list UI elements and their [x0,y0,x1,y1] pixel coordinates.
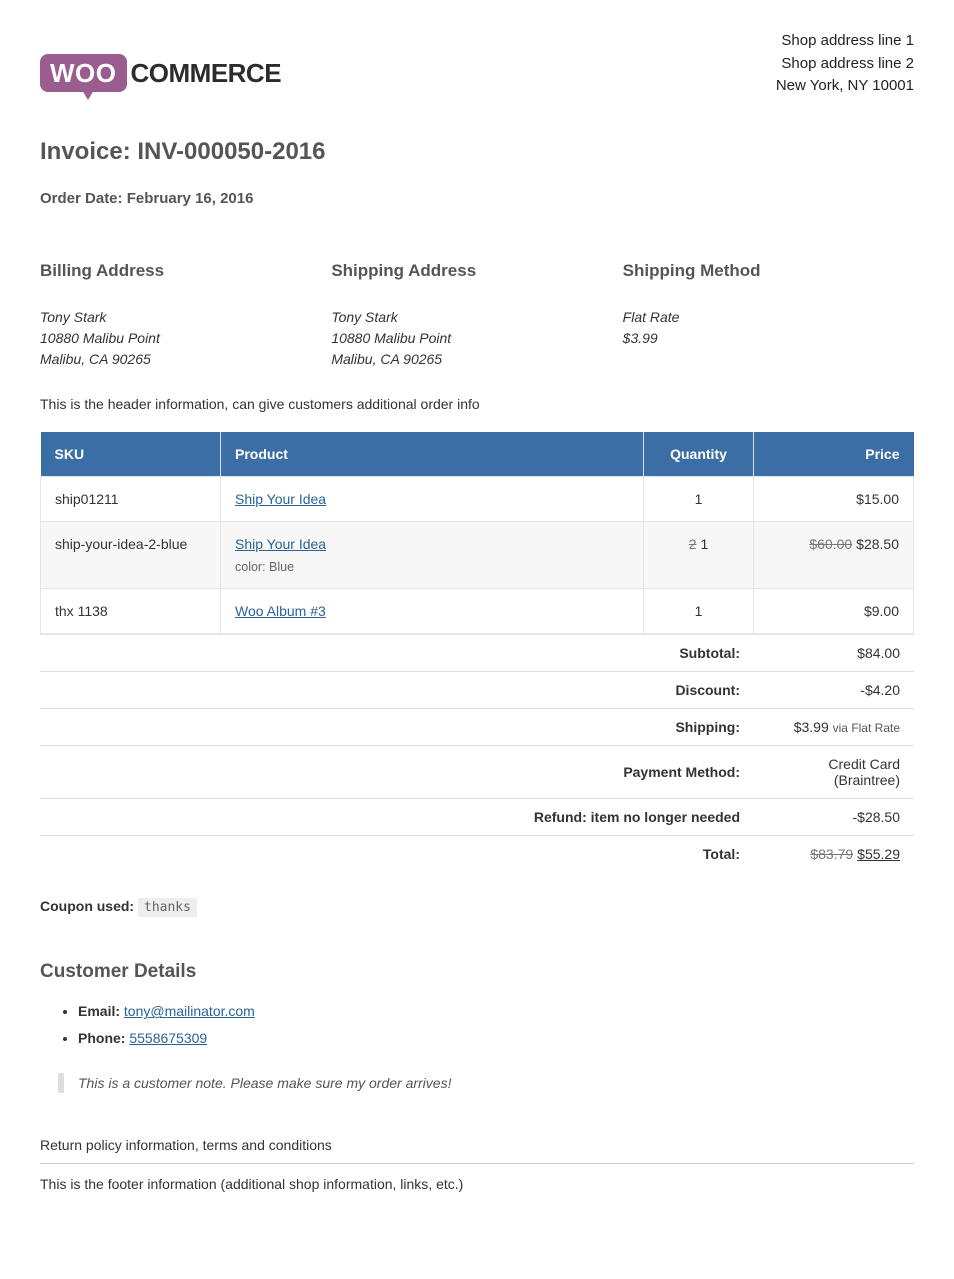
cell-sku: ship-your-idea-2-blue [41,521,221,588]
qty-new: 1 [701,536,709,552]
shipping-amount: $3.99 [794,719,829,735]
shipping-value: $3.99 via Flat Rate [754,708,914,745]
payment-label: Payment Method: [40,745,754,798]
qty-old: 2 [689,536,697,552]
order-date: Order Date: February 16, 2016 [40,190,914,207]
product-link[interactable]: Ship Your Idea [235,491,326,507]
cell-qty: 1 [644,476,754,521]
coupon-label: Coupon used: [40,898,134,914]
shop-address-line: Shop address line 2 [776,53,914,76]
totals-table: Subtotal:$84.00 Discount:-$4.20 Shipping… [40,634,914,872]
refund-label: Refund: item no longer needed [40,798,754,835]
shipping-method-heading: Shipping Method [623,261,914,281]
list-item: Email: tony@mailinator.com [78,998,914,1025]
price-old: $60.00 [809,536,852,552]
col-price: Price [754,432,914,477]
discount-value: -$4.20 [754,671,914,708]
cell-qty: 1 [644,588,754,633]
customer-note: This is a customer note. Please make sur… [58,1073,914,1093]
shipping-column: Shipping Address Tony Stark 10880 Malibu… [331,261,622,370]
coupon-code: thanks [138,898,197,917]
phone-link[interactable]: 5558675309 [129,1030,207,1046]
subtotal-label: Subtotal: [40,634,754,671]
product-link[interactable]: Woo Album #3 [235,603,326,619]
billing-column: Billing Address Tony Stark 10880 Malibu … [40,261,331,370]
cell-price: $15.00 [754,476,914,521]
col-product: Product [221,432,644,477]
email-label: Email: [78,1003,120,1019]
return-policy: Return policy information, terms and con… [40,1137,914,1164]
shop-address: Shop address line 1 Shop address line 2 … [776,30,914,98]
invoice-page: WOO COMMERCE Shop address line 1 Shop ad… [0,0,954,1279]
cell-product: Ship Your Idea color: Blue [221,521,644,588]
cell-qty: 21 [644,521,754,588]
billing-name: Tony Stark [40,307,331,328]
logo-bubble: WOO [40,54,127,92]
address-row: Billing Address Tony Stark 10880 Malibu … [40,261,914,370]
discount-label: Discount: [40,671,754,708]
customer-details-list: Email: tony@mailinator.com Phone: 555867… [40,998,914,1051]
invoice-title: Invoice: INV-000050-2016 [40,138,914,166]
list-item: Phone: 5558675309 [78,1025,914,1052]
customer-details-heading: Customer Details [40,961,914,983]
footer-info: This is the footer information (addition… [40,1176,914,1192]
email-link[interactable]: tony@mailinator.com [124,1003,255,1019]
cell-sku: thx 1138 [41,588,221,633]
cell-product: Ship Your Idea [221,476,644,521]
shipping-method-name: Flat Rate [623,307,914,328]
price-new: $28.50 [856,536,899,552]
phone-label: Phone: [78,1030,125,1046]
cell-sku: ship01211 [41,476,221,521]
billing-street: 10880 Malibu Point [40,328,331,349]
product-meta: color: Blue [235,560,629,574]
total-new: $55.29 [857,846,900,862]
table-row: ship-your-idea-2-blue Ship Your Idea col… [41,521,914,588]
subtotal-value: $84.00 [754,634,914,671]
woocommerce-logo: WOO COMMERCE [40,54,281,92]
shop-address-line: Shop address line 1 [776,30,914,53]
shipping-name: Tony Stark [331,307,622,328]
billing-heading: Billing Address [40,261,331,281]
col-quantity: Quantity [644,432,754,477]
cell-price: $60.00$28.50 [754,521,914,588]
header-info-text: This is the header information, can give… [40,396,914,412]
shipping-street: 10880 Malibu Point [331,328,622,349]
cell-price: $9.00 [754,588,914,633]
shipping-label: Shipping: [40,708,754,745]
shipping-method: Flat Rate $3.99 [623,307,914,349]
billing-city: Malibu, CA 90265 [40,349,331,370]
items-table: SKU Product Quantity Price ship01211 Shi… [40,432,914,634]
shipping-city: Malibu, CA 90265 [331,349,622,370]
header-row: WOO COMMERCE Shop address line 1 Shop ad… [40,30,914,98]
col-sku: SKU [41,432,221,477]
shop-address-line: New York, NY 10001 [776,75,914,98]
payment-value: Credit Card (Braintree) [754,745,914,798]
cell-product: Woo Album #3 [221,588,644,633]
table-row: ship01211 Ship Your Idea 1 $15.00 [41,476,914,521]
coupon-row: Coupon used: thanks [40,898,914,915]
product-link[interactable]: Ship Your Idea [235,536,326,552]
shipping-method-cost: $3.99 [623,328,914,349]
total-old: $83.79 [810,846,853,862]
logo-text: COMMERCE [131,58,282,89]
shipping-via: via Flat Rate [833,721,900,735]
shipping-address: Tony Stark 10880 Malibu Point Malibu, CA… [331,307,622,370]
total-label: Total: [40,835,754,872]
refund-value: -$28.50 [754,798,914,835]
billing-address: Tony Stark 10880 Malibu Point Malibu, CA… [40,307,331,370]
table-row: thx 1138 Woo Album #3 1 $9.00 [41,588,914,633]
shipping-method-column: Shipping Method Flat Rate $3.99 [623,261,914,370]
total-value: $83.79$55.29 [754,835,914,872]
shipping-heading: Shipping Address [331,261,622,281]
